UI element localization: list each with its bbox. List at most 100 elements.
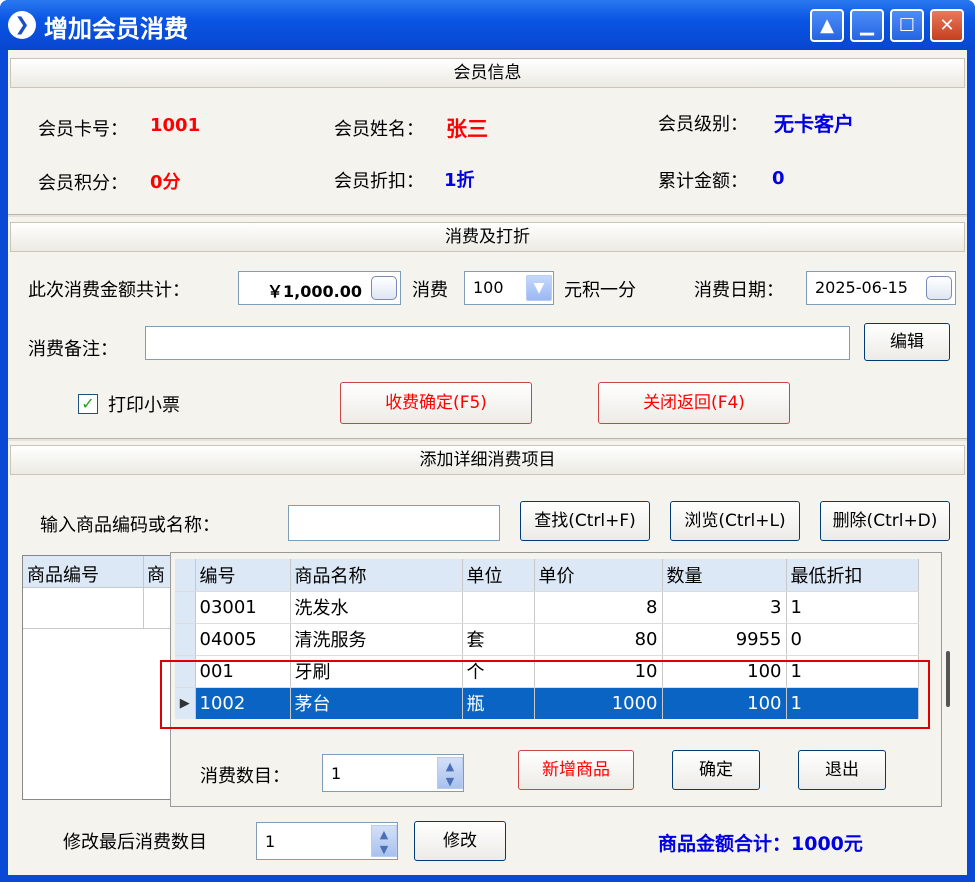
count-label: 消费数目： [200, 766, 290, 787]
product-grid-header: 编号 商品名称 单位 单价 数量 最低折扣 [175, 559, 919, 592]
cell-min-discount: 1 [786, 591, 919, 624]
grid-header: 商品编号 商 [23, 556, 181, 588]
edit-button[interactable]: 编辑 [864, 323, 950, 361]
level-label: 会员级别： [658, 114, 748, 135]
count-spinner[interactable]: ▲ ▼ [437, 757, 463, 789]
spin-down-icon[interactable]: ▼ [372, 841, 396, 856]
consumption-list-grid[interactable]: 商品编号 商 [22, 555, 182, 800]
cell-price: 80 [534, 623, 663, 656]
chevron-down-icon[interactable]: ▼ [526, 275, 552, 301]
search-input[interactable] [288, 505, 500, 541]
calendar-icon[interactable] [926, 276, 952, 300]
table-row[interactable]: 04005 清洗服务 套 80 9955 0 [175, 623, 919, 656]
delete-button[interactable]: 删除(Ctrl+D) [820, 501, 950, 541]
modify-button[interactable]: 修改 [414, 821, 506, 861]
cell-unit [462, 591, 535, 624]
modify-spinner[interactable]: ▲ ▼ [371, 825, 397, 857]
col-header-min-discount[interactable]: 最低折扣 [786, 559, 919, 592]
title-bar[interactable]: ❯ 增加会员消费 ▲ ▁ ☐ ✕ [0, 0, 975, 50]
spin-up-icon[interactable]: ▲ [372, 826, 396, 841]
col-header-code[interactable]: 编号 [195, 559, 291, 592]
per-label: 消费 [412, 280, 448, 301]
points-value: 0分 [150, 172, 181, 193]
amount-calc-button[interactable] [371, 276, 397, 300]
per-suffix: 元积一分 [564, 280, 636, 301]
col-header-price[interactable]: 单价 [534, 559, 663, 592]
total-amount-value: 0 [772, 168, 785, 189]
count-value: 1 [331, 764, 342, 783]
print-label: 打印小票 [108, 395, 180, 416]
highlight-box [160, 660, 930, 729]
discount-value: 1折 [444, 170, 475, 191]
detail-header: 添加详细消费项目 [10, 445, 965, 475]
member-info-header: 会员信息 [10, 58, 965, 88]
cell-min-discount: 0 [786, 623, 919, 656]
col-header-name[interactable]: 商品名称 [290, 559, 463, 592]
row-header[interactable] [175, 591, 196, 624]
find-button[interactable]: 查找(Ctrl+F) [520, 501, 650, 541]
card-label: 会员卡号： [38, 119, 128, 140]
date-label: 消费日期： [694, 280, 784, 301]
window-title: 增加会员消费 [44, 15, 188, 43]
modify-label: 修改最后消费数目 [63, 832, 207, 853]
app-icon: ❯ [8, 11, 36, 39]
col-header-name: 商 [147, 565, 165, 586]
cell-code: 04005 [195, 623, 291, 656]
vertical-scrollbar-thumb[interactable] [946, 651, 950, 707]
col-header-code: 商品编号 [27, 565, 99, 586]
level-value: 无卡客户 [774, 112, 854, 136]
name-value: 张三 [446, 117, 488, 141]
count-input[interactable]: 1 ▲ ▼ [322, 754, 464, 792]
note-input[interactable] [145, 326, 850, 360]
rollup-button[interactable]: ▲ [810, 9, 844, 42]
divider [8, 214, 967, 217]
print-checkbox[interactable]: ✓ [78, 394, 98, 414]
amount-field[interactable]: ￥1,000.00 [238, 271, 401, 305]
total-amount-label: 累计金额： [658, 171, 748, 192]
maximize-button[interactable]: ☐ [890, 9, 924, 42]
date-field[interactable]: 2025-06-15 [806, 271, 956, 305]
per-select[interactable]: 100 ▼ [464, 271, 554, 305]
card-value: 1001 [150, 115, 201, 136]
cell-qty: 9955 [662, 623, 787, 656]
grid-row-line [23, 628, 181, 629]
spin-up-icon[interactable]: ▲ [438, 758, 462, 773]
goods-total: 商品金额合计：1000元 [658, 833, 863, 855]
grid-column-line [143, 556, 144, 628]
cell-unit: 套 [462, 623, 535, 656]
minimize-button[interactable]: ▁ [850, 9, 884, 42]
cell-name: 洗发水 [290, 591, 463, 624]
search-label: 输入商品编码或名称： [40, 515, 220, 536]
cell-code: 03001 [195, 591, 291, 624]
discount-label: 会员折扣： [334, 171, 424, 192]
ok-button[interactable]: 确定 [672, 750, 760, 790]
cell-price: 8 [534, 591, 663, 624]
modify-value: 1 [265, 832, 276, 851]
client-area: 会员信息 会员卡号： 1001 会员姓名： 张三 会员级别： 无卡客户 会员积分… [8, 50, 967, 875]
date-value: 2025-06-15 [815, 278, 908, 297]
amount-value: ￥1,000.00 [267, 282, 362, 301]
per-value: 100 [473, 278, 504, 297]
row-header-corner [175, 559, 196, 592]
amount-label: 此次消费金额共计： [28, 280, 190, 301]
modify-input[interactable]: 1 ▲ ▼ [256, 822, 398, 860]
spin-down-icon[interactable]: ▼ [438, 773, 462, 788]
add-product-button[interactable]: 新增商品 [518, 750, 634, 790]
note-label: 消费备注： [28, 339, 118, 360]
cell-name: 清洗服务 [290, 623, 463, 656]
close-return-button[interactable]: 关闭返回(F4) [598, 382, 790, 424]
cell-qty: 3 [662, 591, 787, 624]
close-button[interactable]: ✕ [930, 9, 964, 42]
name-label: 会员姓名： [334, 119, 424, 140]
consume-header: 消费及打折 [10, 222, 965, 252]
confirm-charge-button[interactable]: 收费确定(F5) [340, 382, 532, 424]
table-row[interactable]: 03001 洗发水 8 3 1 [175, 591, 919, 624]
row-header[interactable] [175, 623, 196, 656]
points-label: 会员积分： [38, 173, 128, 194]
col-header-unit[interactable]: 单位 [462, 559, 535, 592]
divider [8, 438, 967, 441]
app-window: ❯ 增加会员消费 ▲ ▁ ☐ ✕ 会员信息 会员卡号： 1001 会员姓名： 张… [0, 0, 975, 882]
col-header-qty[interactable]: 数量 [662, 559, 787, 592]
browse-button[interactable]: 浏览(Ctrl+L) [670, 501, 800, 541]
exit-button[interactable]: 退出 [798, 750, 886, 790]
